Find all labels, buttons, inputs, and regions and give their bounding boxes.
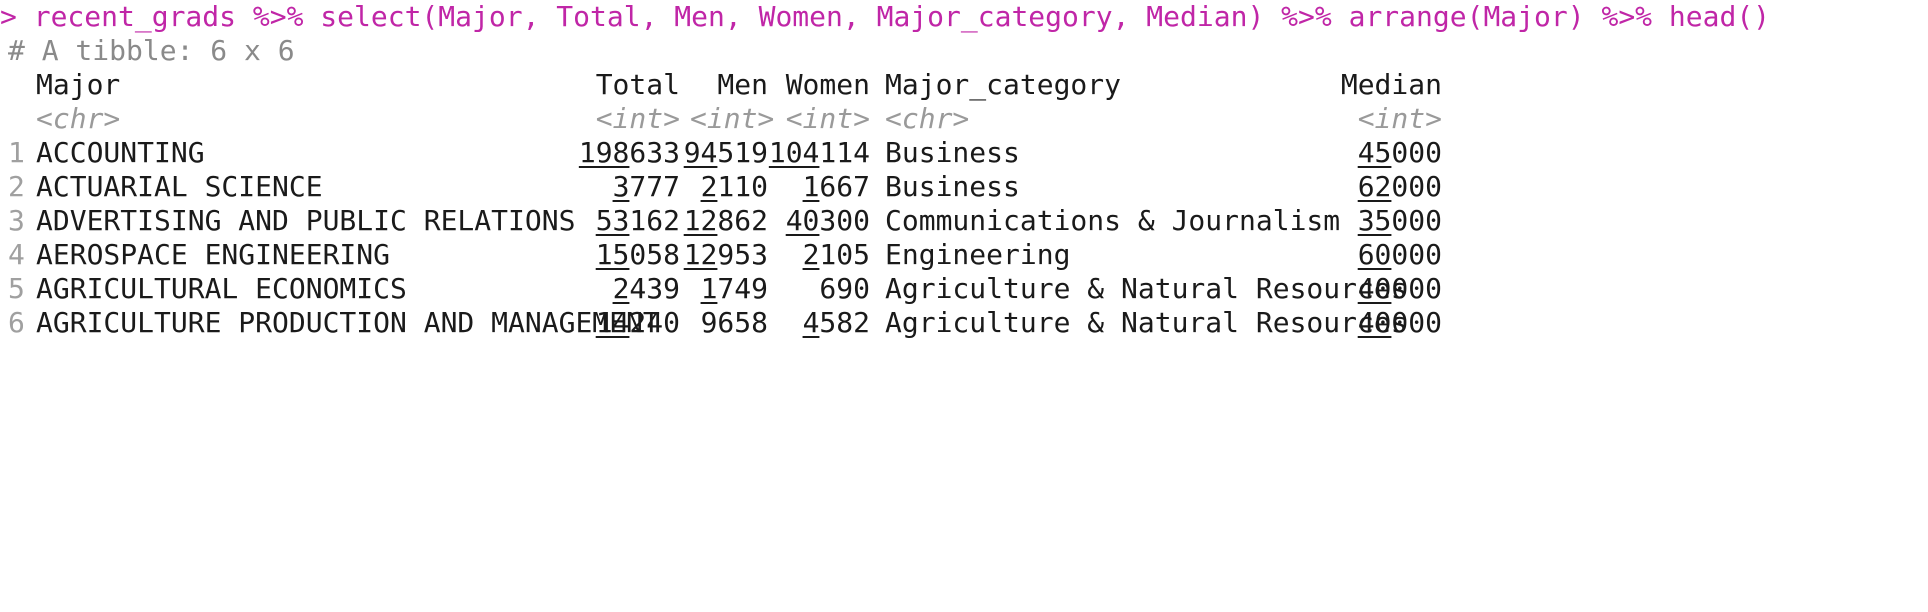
cell-men: 12953 [683, 238, 768, 271]
cell-total: 2439 [612, 272, 680, 305]
cell-women: 4582 [802, 306, 870, 339]
cell-men: 94519 [683, 136, 768, 169]
type-major: <chr> [36, 102, 121, 135]
row-index: 5 [8, 272, 25, 305]
command-line[interactable]: > recent_grads %>% select(Major, Total, … [0, 0, 1770, 34]
header-major-category: Major_category [885, 68, 1122, 101]
header-median: Median [1340, 68, 1442, 101]
type-women: <int> [785, 102, 870, 135]
cell-median: 40000 [1357, 306, 1442, 339]
cell-major-category: Business [885, 136, 1020, 169]
table-row: 5 AGRICULTURAL ECONOMICS 2439 1749 690 A… [0, 272, 1928, 306]
cell-major: ACTUARIAL SCIENCE [36, 170, 323, 203]
row-index: 6 [8, 306, 25, 339]
cell-major-category: Business [885, 170, 1020, 203]
table-row: 1 ACCOUNTING 198633 94519 104114 Busines… [0, 136, 1928, 170]
cell-median: 45000 [1357, 136, 1442, 169]
cell-men: 12862 [683, 204, 768, 237]
type-men: <int> [690, 102, 775, 135]
cell-major-category: Communications & Journalism [885, 204, 1341, 237]
cell-major: AEROSPACE ENGINEERING [36, 238, 391, 271]
cell-men: 2110 [700, 170, 768, 203]
row-index: 2 [8, 170, 25, 203]
header-men: Men [717, 68, 768, 101]
cell-major: ACCOUNTING [36, 136, 205, 169]
cell-median: 40000 [1357, 272, 1442, 305]
cell-women: 40300 [785, 204, 870, 237]
cell-total: 15058 [595, 238, 680, 271]
row-index: 4 [8, 238, 25, 271]
cell-women: 1667 [802, 170, 870, 203]
row-index: 1 [8, 136, 25, 169]
type-median: <int> [1357, 102, 1442, 135]
table-row: 6 AGRICULTURE PRODUCTION AND MANAGEMENT … [0, 306, 1928, 340]
table-row: 3 ADVERTISING AND PUBLIC RELATIONS 53162… [0, 204, 1928, 238]
cell-major: AGRICULTURAL ECONOMICS [36, 272, 407, 305]
cell-men: 1749 [700, 272, 768, 305]
type-major-category: <chr> [885, 102, 970, 135]
header-total: Total [595, 68, 680, 101]
cell-median: 62000 [1357, 170, 1442, 203]
cell-total: 14240 [595, 306, 680, 339]
cell-total: 198633 [578, 136, 680, 169]
table-row: 4 AEROSPACE ENGINEERING 15058 12953 2105… [0, 238, 1928, 272]
tibble-comment: # A tibble: 6 x 6 [8, 34, 295, 67]
column-type-row: <chr> <int> <int> <int> <chr> <int> [0, 102, 1928, 136]
cell-total: 53162 [595, 204, 680, 237]
header-major: Major [36, 68, 121, 101]
cell-men: 9658 [700, 306, 768, 339]
cell-major: ADVERTISING AND PUBLIC RELATIONS [36, 204, 576, 237]
type-total: <int> [595, 102, 680, 135]
cell-median: 35000 [1357, 204, 1442, 237]
cell-women: 690 [819, 272, 870, 305]
table-row: 2 ACTUARIAL SCIENCE 3777 2110 1667 Busin… [0, 170, 1928, 204]
cell-women: 104114 [768, 136, 870, 169]
cell-women: 2105 [802, 238, 870, 271]
header-women: Women [785, 68, 870, 101]
cell-median: 60000 [1357, 238, 1442, 271]
column-header-row: Major Total Men Women Major_category Med… [0, 68, 1928, 102]
cell-major-category: Engineering [885, 238, 1071, 271]
row-index: 3 [8, 204, 25, 237]
r-console-output: > recent_grads %>% select(Major, Total, … [0, 0, 1928, 426]
cell-total: 3777 [612, 170, 680, 203]
